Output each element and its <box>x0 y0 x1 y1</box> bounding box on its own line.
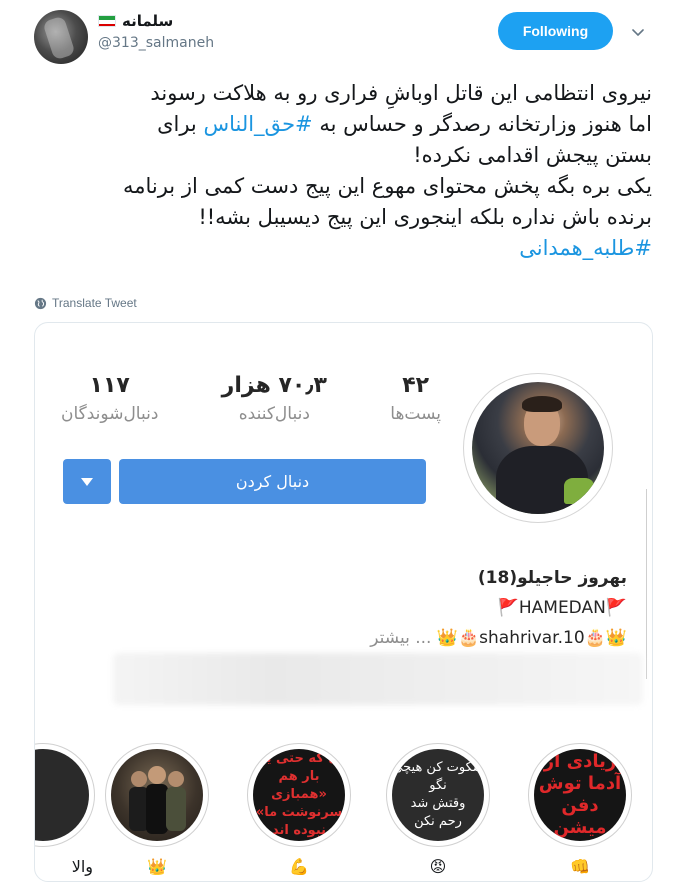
hashtag-link[interactable]: #حق_الناس <box>203 112 312 136</box>
divider <box>646 489 647 679</box>
author-avatar[interactable] <box>34 10 88 64</box>
bio-location: 🚩HAMEDAN🚩 <box>497 598 627 618</box>
ig-dropdown-button <box>63 459 111 504</box>
profile-picture <box>463 373 613 523</box>
tweet-line: اما هنوز وزارتخانه رصدگر و حساس به #حق_ا… <box>157 112 652 136</box>
bio-name: بهروز حاجیلو(18) <box>477 568 627 588</box>
stat-label: پست‌ها <box>390 404 441 424</box>
tweet-line: برنده باش نداره بلکه اینجوری این پیج دیس… <box>198 205 652 229</box>
bio-line: 👑🎂shahrivar.10🎂👑 ... بیشتر <box>370 628 627 648</box>
stat-value: ۱۱۷ <box>89 373 130 398</box>
tweet-text: نیروی انتظامی این قاتل اوباشِ فراری رو ب… <box>34 78 652 264</box>
tweet-line: بستن پیجش اقدامی نکرده! <box>413 143 652 167</box>
highlight-circle: زیادی از آدما توش دفن میشن <box>528 743 632 847</box>
bio-more: ... بیشتر <box>370 628 432 648</box>
stat-followers: ۷۰٫۳ هزار دنبال‌کننده <box>222 371 327 431</box>
attached-image-card[interactable]: ۴۲ پست‌ها ۷۰٫۳ هزار دنبال‌کننده ۱۱۷ دنبا… <box>34 322 653 882</box>
triangle-down-icon <box>81 477 93 486</box>
hashtag-link[interactable]: #طلبه_همدانی <box>519 236 652 260</box>
highlight-image <box>111 749 203 841</box>
translate-tweet-link[interactable]: Translate Tweet <box>34 296 137 310</box>
tweet-line: #طلبه_همدانی <box>34 233 652 264</box>
iran-flag-icon <box>98 15 116 27</box>
highlight-text: سکوت کن هیچی نگو وقتش شد رحم نکن <box>392 749 484 841</box>
group-photo-icon <box>129 766 186 834</box>
highlight-circle <box>35 743 95 847</box>
highlight-label: 😡 <box>429 857 447 876</box>
translate-label[interactable]: Translate Tweet <box>52 296 137 310</box>
highlight-label: 💪 <box>289 857 309 876</box>
profile-stats: ۴۲ پست‌ها ۷۰٫۳ هزار دنبال‌کننده ۱۱۷ دنبا… <box>61 371 441 431</box>
stat-label: دنبال‌کننده <box>238 404 310 424</box>
following-button[interactable]: Following <box>498 12 613 50</box>
globe-icon <box>34 297 47 309</box>
stat-posts: ۴۲ پست‌ها <box>390 371 441 431</box>
highlight-circle: ای‌ که حتی یک بار هم «همبازی سرنوشت ما» … <box>247 743 351 847</box>
stat-value: ۷۰٫۳ هزار <box>221 373 327 398</box>
chevron-down-icon[interactable] <box>630 24 646 40</box>
highlight-circle <box>105 743 209 847</box>
highlight-label: 👑 <box>147 857 167 876</box>
highlight-circle: سکوت کن هیچی نگو وقتش شد رحم نکن <box>386 743 490 847</box>
highlight-text: ای‌ که حتی یک بار هم «همبازی سرنوشت ما» … <box>253 749 345 841</box>
stat-label: دنبال‌شوندگان <box>61 404 159 424</box>
tweet-line: نیروی انتظامی این قاتل اوباشِ فراری رو ب… <box>150 81 652 105</box>
highlight-text: زیادی از آدما توش دفن میشن <box>534 749 626 841</box>
blurred-region <box>113 653 643 705</box>
author-name-row[interactable]: سلمانه <box>98 12 173 30</box>
author-display-name[interactable]: سلمانه <box>122 12 173 30</box>
ig-follow-button: دنبال کردن <box>119 459 426 504</box>
author-handle[interactable]: @313_salmaneh <box>98 35 214 51</box>
profile-bio: بهروز حاجیلو(18) 🚩HAMEDAN🚩 👑🎂shahrivar.1… <box>335 563 627 653</box>
stat-value: ۴۲ <box>402 373 430 398</box>
highlight-image <box>35 749 89 841</box>
profile-photo <box>472 382 604 514</box>
highlight-label: والا <box>71 857 93 876</box>
highlight-label: 👊 <box>570 857 590 876</box>
tweet-line: یکی بره بگه پخش محتوای مهوع این پیج دست … <box>122 174 652 198</box>
stat-following: ۱۱۷ دنبال‌شوندگان <box>61 371 158 431</box>
